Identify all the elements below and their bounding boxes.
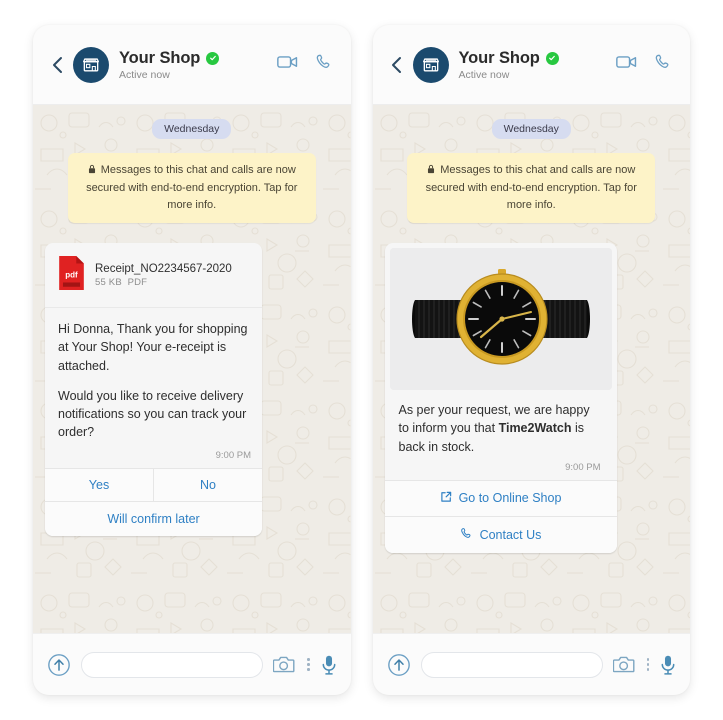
brand-name: Time2Watch	[498, 421, 572, 436]
verified-badge-icon	[206, 51, 220, 65]
more-vertical-icon[interactable]	[646, 658, 651, 671]
lock-icon	[88, 164, 99, 177]
encryption-notice[interactable]: Messages to this chat and calls are now …	[45, 153, 339, 224]
quick-reply-no-button[interactable]: No	[153, 468, 262, 501]
chat-content-left: Wednesday Messages to this chat and call…	[45, 119, 339, 633]
go-to-online-shop-button[interactable]: Go to Online Shop	[384, 479, 617, 516]
encryption-notice-text: Messages to this chat and calls are now …	[425, 164, 637, 212]
day-divider: Wednesday	[45, 119, 339, 139]
presence-status: Active now	[119, 68, 170, 81]
day-divider: Wednesday	[385, 119, 679, 139]
contact-us-button[interactable]: Contact Us	[384, 515, 617, 553]
attachment-file-size: 55 KB	[95, 277, 122, 289]
message-bubble-receipt: pdf Receipt_NO2234567-2020 55 KB PDF Hi …	[45, 243, 262, 536]
day-chip-label: Wednesday	[152, 119, 232, 139]
chat-body-left: Wednesday Messages to this chat and call…	[33, 105, 351, 633]
product-image-watch[interactable]	[389, 248, 612, 391]
chat-header-right: Your Shop Active now	[372, 25, 690, 105]
microphone-icon[interactable]	[660, 654, 676, 676]
storefront-icon	[422, 57, 439, 71]
chat-header: Your Shop Active now	[33, 25, 351, 105]
arrow-up-circle-icon[interactable]	[47, 653, 71, 677]
camera-icon[interactable]	[273, 655, 296, 674]
header-actions	[616, 53, 676, 76]
day-chip-label: Wednesday	[491, 119, 571, 139]
avatar[interactable]	[412, 46, 449, 83]
verified-badge-icon	[545, 51, 559, 65]
chat-panel-right: Your Shop Active now Wednesday Messages …	[372, 25, 690, 695]
voice-call-icon[interactable]	[654, 53, 672, 76]
message-paragraph-1: Hi Donna, Thank you for shopping at Your…	[58, 322, 248, 373]
chat-body-right: Wednesday Messages to this chat and call…	[372, 105, 690, 633]
message-text-receipt: Hi Donna, Thank you for shopping at Your…	[45, 308, 262, 450]
attachment-file-type: PDF	[127, 277, 148, 289]
quick-reply-row: Yes No	[45, 467, 262, 501]
message-paragraph-2: Would you like to receive delivery notif…	[58, 388, 247, 440]
pdf-file-icon: pdf	[57, 255, 86, 296]
message-input[interactable]	[420, 651, 603, 678]
external-link-icon	[440, 491, 452, 506]
back-chevron-icon[interactable]	[387, 51, 407, 79]
header-actions	[276, 53, 337, 76]
quick-reply-later-button[interactable]: Will confirm later	[45, 500, 262, 536]
voice-call-icon[interactable]	[315, 53, 333, 76]
phone-icon	[460, 527, 473, 543]
avatar[interactable]	[73, 46, 109, 83]
chat-content-right: Wednesday Messages to this chat and call…	[384, 119, 679, 633]
microphone-icon[interactable]	[321, 654, 337, 676]
more-vertical-icon[interactable]	[306, 658, 311, 671]
message-text-product: As per your request, we are happy to inf…	[390, 390, 612, 462]
comparison-stage: Your Shop Active now Wednesday Messages …	[0, 0, 723, 720]
quick-reply-yes-button[interactable]: Yes	[45, 468, 153, 501]
video-call-icon[interactable]	[616, 54, 638, 75]
encryption-notice[interactable]: Messages to this chat and calls are now …	[385, 153, 679, 224]
attachment-row[interactable]: pdf Receipt_NO2234567-2020 55 KB PDF	[45, 243, 262, 309]
chat-panel-left: Your Shop Active now Wednesday Messages …	[33, 25, 351, 695]
message-composer-right	[372, 633, 690, 695]
attachment-file-meta: 55 KB PDF	[95, 277, 232, 288]
go-to-online-shop-label: Go to Online Shop	[458, 491, 562, 506]
header-text-group: Your Shop Active now	[459, 49, 617, 81]
storefront-icon	[83, 57, 100, 71]
message-timestamp: 9:00 PM	[565, 461, 601, 473]
message-input[interactable]	[81, 651, 263, 678]
encryption-notice-text: Messages to this chat and calls are now …	[86, 164, 298, 212]
page-title: Your Shop	[119, 48, 201, 67]
lock-icon	[427, 164, 438, 177]
message-composer-left	[33, 633, 351, 695]
arrow-up-circle-icon[interactable]	[387, 653, 411, 677]
header-text-group: Your Shop Active now	[119, 49, 277, 81]
message-timestamp: 9:00 PM	[215, 449, 251, 461]
camera-icon[interactable]	[612, 655, 636, 674]
back-chevron-icon[interactable]	[47, 51, 67, 79]
message-bubble-product: As per your request, we are happy to inf…	[384, 243, 617, 553]
attachment-file-name: Receipt_NO2234567-2020	[95, 263, 232, 276]
product-message-line: As per your request, we are happy to inf…	[399, 401, 603, 456]
svg-text:pdf: pdf	[65, 271, 78, 280]
page-title: Your Shop	[458, 48, 540, 67]
contact-us-label: Contact Us	[479, 527, 542, 542]
presence-status: Active now	[458, 68, 510, 81]
video-call-icon[interactable]	[276, 54, 299, 75]
